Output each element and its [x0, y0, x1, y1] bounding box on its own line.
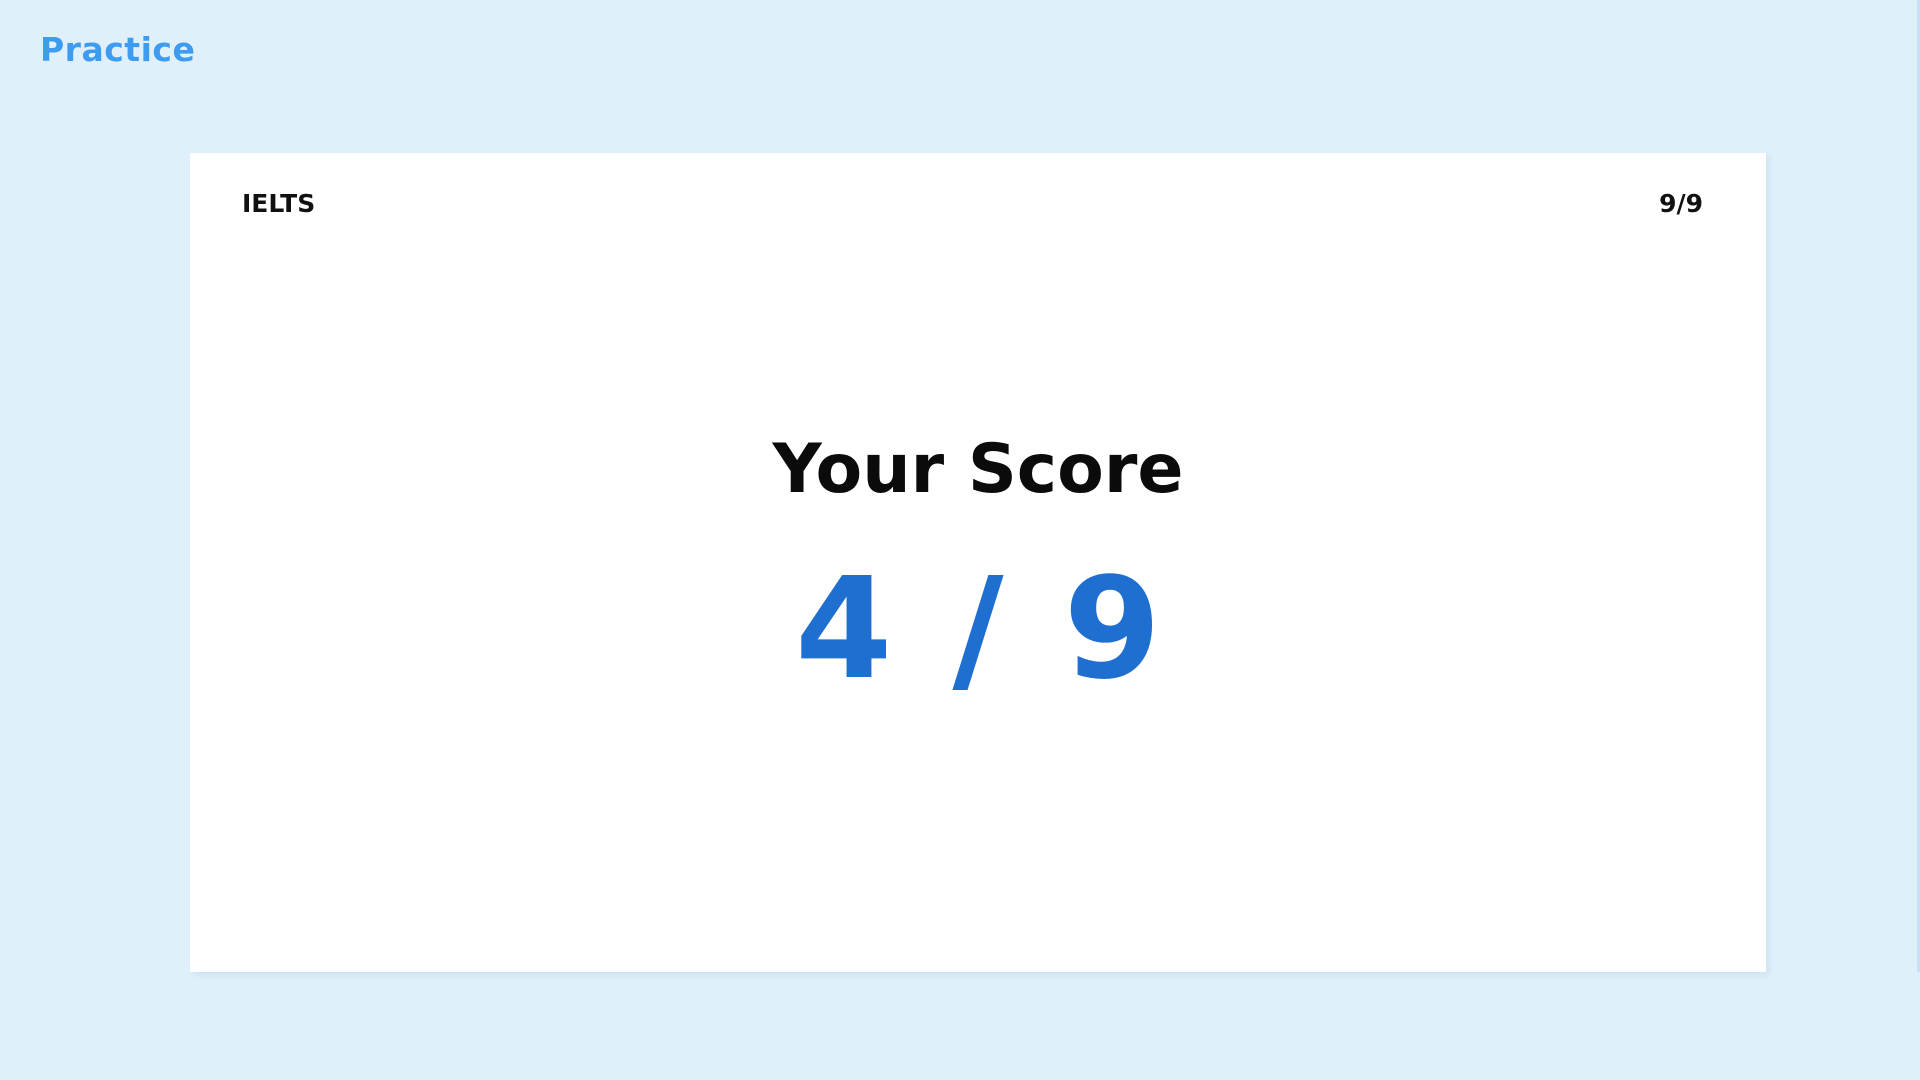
score-area: Your Score 4 / 9 — [190, 430, 1766, 711]
score-total: 9 — [1063, 547, 1161, 711]
progress-counter: 9/9 — [1659, 189, 1703, 218]
brand-logo-link[interactable]: Practice — [40, 30, 195, 69]
card-header: IELTS 9/9 — [242, 189, 1703, 218]
score-value: 4 / 9 — [795, 547, 1161, 711]
exam-name: IELTS — [242, 189, 316, 218]
score-separator: / — [952, 547, 1004, 711]
result-card: IELTS 9/9 Your Score 4 / 9 — [190, 153, 1766, 972]
score-correct: 4 — [795, 547, 893, 711]
score-heading: Your Score — [772, 430, 1184, 509]
